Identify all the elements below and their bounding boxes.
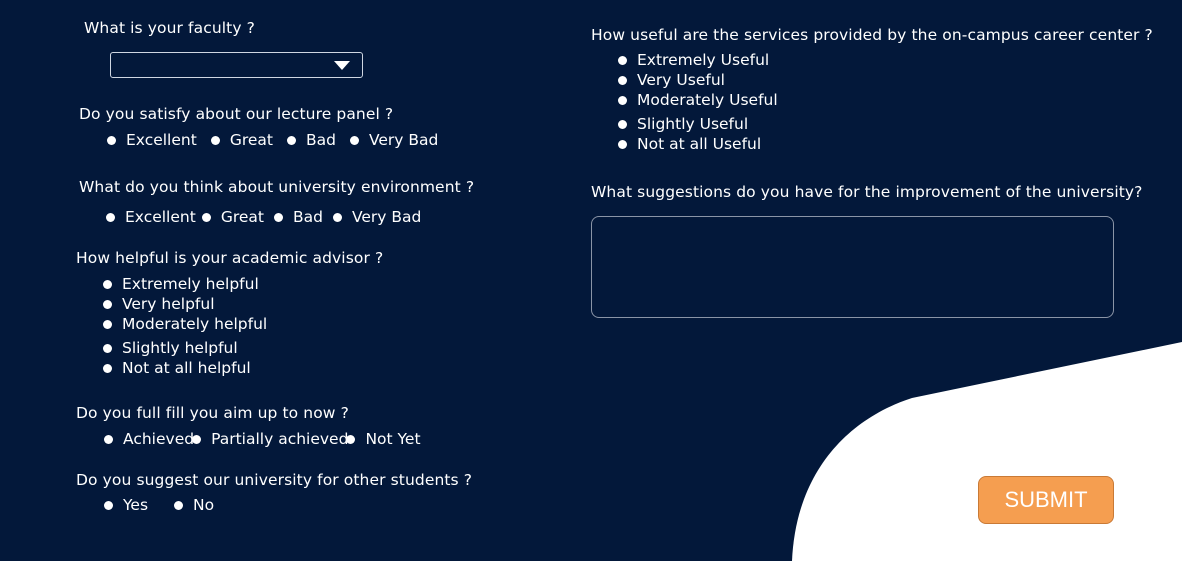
radio-icon (104, 500, 113, 510)
submit-button[interactable]: SUBMIT (978, 476, 1114, 524)
radio-icon (618, 119, 627, 129)
suggest-options: Yes No (104, 496, 214, 514)
radio-option[interactable]: Slightly Useful (618, 114, 778, 134)
radio-icon (618, 55, 627, 65)
radio-icon (192, 434, 202, 444)
radio-option[interactable]: No (174, 496, 214, 514)
radio-icon (107, 135, 116, 145)
radio-option[interactable]: Moderately Useful (618, 90, 778, 110)
radio-icon (349, 135, 359, 145)
improvement-question: What suggestions do you have for the imp… (591, 183, 1143, 201)
radio-icon (332, 212, 342, 222)
radio-icon (104, 434, 113, 444)
radio-option[interactable]: Bad (273, 208, 323, 226)
radio-option[interactable]: Not at all helpful (103, 358, 267, 378)
radio-icon (103, 299, 112, 309)
career-options: Extremely Useful Very Useful Moderately … (618, 50, 778, 154)
aim-options: Achieved Partially achieved Not Yet (104, 430, 421, 448)
radio-icon (273, 212, 283, 222)
radio-option[interactable]: Bad (286, 131, 336, 149)
radio-option[interactable]: Slightly helpful (103, 338, 267, 358)
radio-icon (346, 434, 356, 444)
radio-icon (103, 319, 112, 329)
radio-option[interactable]: Moderately helpful (103, 314, 267, 334)
radio-icon (174, 500, 184, 510)
radio-option[interactable]: Yes (104, 496, 148, 514)
radio-icon (103, 279, 112, 289)
radio-option[interactable]: Partially achieved (192, 430, 348, 448)
faculty-select[interactable] (110, 52, 363, 78)
improvement-textarea[interactable] (591, 216, 1114, 318)
radio-option[interactable]: Very Bad (349, 131, 438, 149)
radio-option[interactable]: Extremely Useful (618, 50, 778, 70)
radio-option[interactable]: Great (210, 131, 273, 149)
faculty-question: What is your faculty ? (84, 19, 255, 37)
radio-icon (618, 95, 627, 105)
aim-question: Do you full fill you aim up to now ? (76, 404, 349, 422)
lecture-panel-options: Excellent Great Bad Very Bad (107, 131, 438, 149)
radio-icon (201, 212, 211, 222)
radio-icon (618, 139, 627, 149)
lecture-panel-question: Do you satisfy about our lecture panel ? (79, 105, 394, 123)
radio-icon (618, 75, 627, 85)
advisor-question: How helpful is your academic advisor ? (76, 249, 384, 267)
chevron-down-icon (334, 61, 350, 70)
radio-option[interactable]: Not at all Useful (618, 134, 778, 154)
radio-icon (106, 212, 115, 222)
radio-option[interactable]: Very Useful (618, 70, 778, 90)
radio-option[interactable]: Not Yet (346, 430, 421, 448)
radio-option[interactable]: Achieved (104, 430, 194, 448)
environment-options: Excellent Great Bad Very Bad (106, 208, 421, 226)
radio-option[interactable]: Very Bad (332, 208, 421, 226)
radio-icon (103, 363, 112, 373)
environment-question: What do you think about university envir… (79, 178, 475, 196)
radio-option[interactable]: Extremely helpful (103, 274, 267, 294)
advisor-options: Extremely helpful Very helpful Moderatel… (103, 274, 267, 378)
radio-icon (286, 135, 296, 145)
suggest-question: Do you suggest our university for other … (76, 471, 473, 489)
radio-icon (103, 343, 112, 353)
radio-option[interactable]: Great (201, 208, 264, 226)
radio-icon (210, 135, 220, 145)
radio-option[interactable]: Excellent (107, 131, 197, 149)
radio-option[interactable]: Very helpful (103, 294, 267, 314)
radio-option[interactable]: Excellent (106, 208, 196, 226)
career-question: How useful are the services provided by … (591, 26, 1153, 44)
